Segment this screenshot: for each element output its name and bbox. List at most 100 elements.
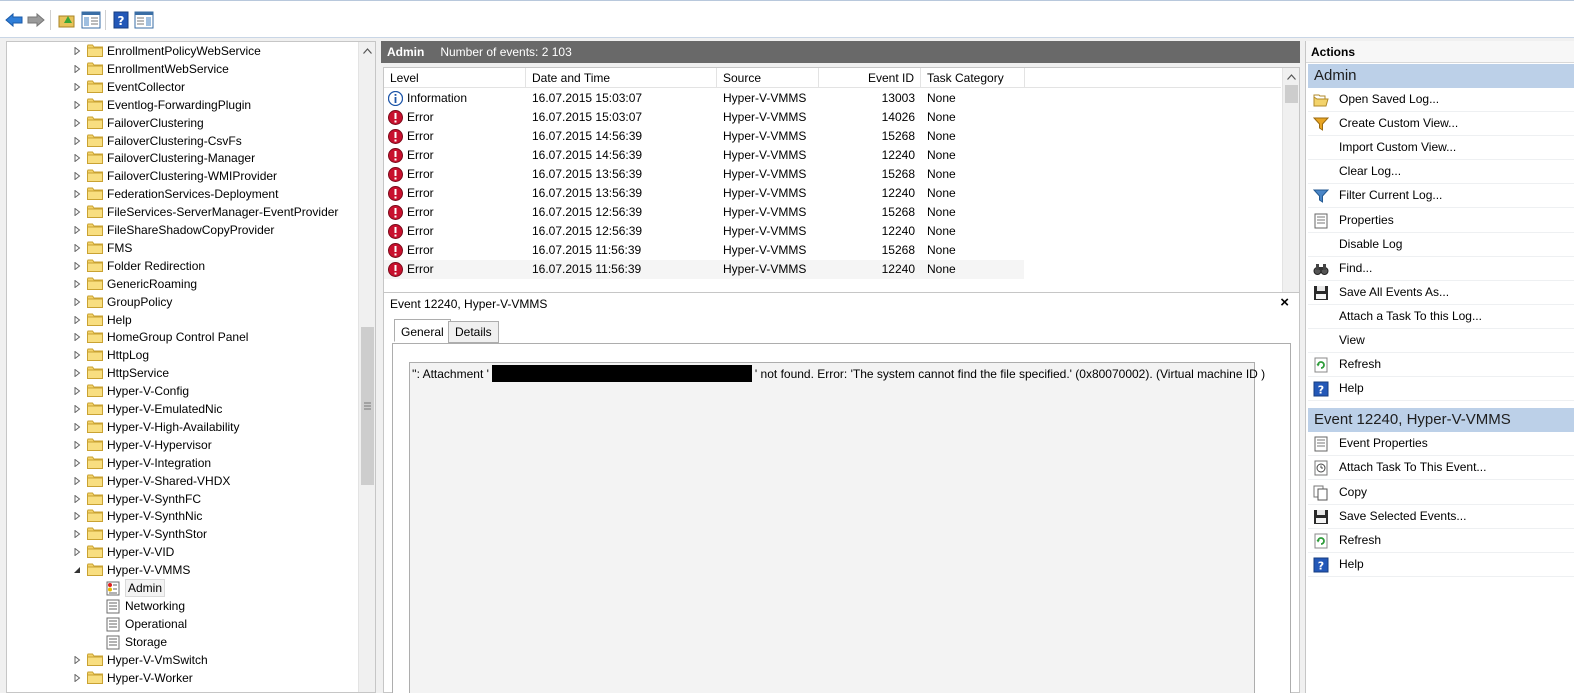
events-grid[interactable]: Level Date and Time Source Event ID Task…	[383, 67, 1300, 329]
tab-general[interactable]: General	[394, 319, 451, 342]
expand-arrow-icon[interactable]	[73, 655, 81, 664]
tree-item[interactable]: FailoverClustering-Manager	[7, 149, 359, 167]
action-item[interactable]: Open Saved Log...	[1308, 88, 1574, 112]
tree-item[interactable]: GroupPolicy	[7, 293, 359, 311]
tree-item[interactable]: GenericRoaming	[7, 275, 359, 293]
tree-item[interactable]: Help	[7, 311, 359, 329]
tree-scrollbar[interactable]	[358, 42, 375, 692]
show-hide-action-pane-icon[interactable]	[134, 10, 154, 30]
tree-item[interactable]: Hyper-V-SynthNic	[7, 507, 359, 525]
tree-item[interactable]: Hyper-V-EmulatedNic	[7, 400, 359, 418]
expand-arrow-icon[interactable]	[73, 351, 81, 360]
action-item[interactable]: Event Properties	[1308, 432, 1574, 457]
tree-log-item[interactable]: Networking	[7, 597, 359, 615]
expand-arrow-icon[interactable]	[73, 333, 81, 342]
tree-item[interactable]: HomeGroup Control Panel	[7, 328, 359, 346]
expand-arrow-icon[interactable]	[73, 279, 81, 288]
expand-arrow-icon[interactable]	[73, 512, 81, 521]
event-message-box[interactable]: '': Attachment ' ' not found. Error: 'Th…	[409, 362, 1265, 693]
expand-arrow-icon[interactable]	[73, 548, 81, 557]
expand-arrow-icon[interactable]	[73, 673, 81, 682]
tree-item[interactable]: HttpService	[7, 364, 359, 382]
tree-item[interactable]: Hyper-V-VID	[7, 543, 359, 561]
tree-item[interactable]: EnrollmentWebService	[7, 60, 359, 78]
action-item[interactable]: Save Selected Events...	[1308, 505, 1574, 529]
back-icon[interactable]	[4, 10, 24, 30]
column-task-category[interactable]: Task Category	[921, 68, 1025, 88]
expand-arrow-icon[interactable]	[73, 422, 81, 431]
action-item[interactable]: Attach Task To This Event...	[1308, 456, 1574, 481]
expand-arrow-icon[interactable]	[73, 47, 81, 55]
action-item[interactable]: Save All Events As...	[1308, 281, 1574, 305]
scroll-up-icon[interactable]	[359, 42, 375, 59]
table-row[interactable]: Error 16.07.2015 14:56:39 Hyper-V-VMMS 1224…	[384, 146, 1024, 165]
expand-arrow-icon[interactable]	[73, 243, 81, 252]
tree-item[interactable]: Eventlog-ForwardingPlugin	[7, 96, 359, 114]
table-row[interactable]: Error 16.07.2015 11:56:39 Hyper-V-VMMS 1224…	[384, 260, 1024, 279]
tree-item[interactable]: HttpLog	[7, 346, 359, 364]
table-row[interactable]: Error 16.07.2015 15:03:07 Hyper-V-VMMS 1402…	[384, 108, 1024, 127]
expand-arrow-icon[interactable]	[73, 405, 81, 413]
tree-item[interactable]: FileServices-ServerManager-EventProvider	[7, 203, 359, 221]
expand-arrow-icon[interactable]	[73, 208, 81, 217]
tree-item[interactable]: FMS	[7, 239, 359, 257]
action-item[interactable]: Create Custom View...	[1308, 112, 1574, 137]
help-icon[interactable]: ?	[111, 10, 131, 30]
column-level[interactable]: Level	[384, 68, 526, 88]
tree-item[interactable]: Folder Redirection	[7, 257, 359, 275]
tree-item[interactable]: Hyper-V-Hypervisor	[7, 436, 359, 454]
tree-item[interactable]: Hyper-V-VmSwitch	[7, 651, 359, 669]
tab-details[interactable]: Details	[448, 321, 499, 343]
tree-item[interactable]: Hyper-V-Shared-VHDX	[7, 472, 359, 490]
action-item[interactable]: Properties	[1308, 209, 1574, 233]
actions-section-header[interactable]: Event 12240, Hyper-V-VMMS	[1308, 408, 1574, 433]
expand-arrow-icon[interactable]	[73, 226, 81, 234]
tree-item[interactable]: FileShareShadowCopyProvider	[7, 221, 359, 239]
action-item[interactable]: Clear Log...	[1308, 160, 1574, 185]
table-row[interactable]: Error 16.07.2015 14:56:39 Hyper-V-VMMS 1526…	[384, 127, 1024, 146]
column-date[interactable]: Date and Time	[526, 68, 717, 88]
tree-item[interactable]: Hyper-V-Worker	[7, 669, 359, 687]
expand-arrow-icon[interactable]	[73, 315, 81, 324]
tree-item[interactable]: Hyper-V-SynthFC	[7, 490, 359, 508]
show-hide-console-tree-icon[interactable]	[81, 10, 101, 30]
close-icon[interactable]: ×	[1280, 294, 1289, 311]
tree-item[interactable]: EnrollmentPolicyWebService	[7, 42, 359, 60]
expand-arrow-icon[interactable]	[73, 387, 81, 396]
forward-icon[interactable]	[26, 10, 46, 30]
tree-item[interactable]: Hyper-V-Integration	[7, 454, 359, 472]
expand-arrow-icon[interactable]	[73, 297, 81, 306]
tree-item[interactable]: FederationServices-Deployment	[7, 185, 359, 203]
expanded-arrow-icon[interactable]	[73, 566, 81, 574]
tree-item[interactable]: Hyper-V-High-Availability	[7, 418, 359, 436]
action-item[interactable]: Refresh	[1308, 353, 1574, 378]
console-tree[interactable]: EnrollmentPolicyWebService EnrollmentWebS…	[6, 41, 376, 693]
scroll-up-icon[interactable]	[1283, 68, 1299, 85]
expand-arrow-icon[interactable]	[73, 82, 81, 91]
grid-scroll-thumb[interactable]	[1285, 85, 1298, 103]
grid-scrollbar[interactable]	[1282, 68, 1299, 328]
expand-arrow-icon[interactable]	[73, 494, 81, 503]
table-row[interactable]: Error 16.07.2015 12:56:39 Hyper-V-VMMS 1526…	[384, 203, 1024, 222]
expand-arrow-icon[interactable]	[73, 440, 81, 449]
expand-arrow-icon[interactable]	[73, 458, 81, 467]
table-row[interactable]: Error 16.07.2015 12:56:39 Hyper-V-VMMS 1224…	[384, 222, 1024, 241]
up-folder-icon[interactable]	[57, 10, 77, 30]
action-item[interactable]: Find...	[1308, 257, 1574, 281]
table-row[interactable]: Error 16.07.2015 13:56:39 Hyper-V-VMMS 1526…	[384, 165, 1024, 184]
action-item[interactable]: Refresh	[1308, 529, 1574, 553]
column-source[interactable]: Source	[717, 68, 819, 88]
action-item[interactable]: Disable Log	[1308, 233, 1574, 257]
action-item[interactable]: Attach a Task To this Log...	[1308, 305, 1574, 329]
tree-log-item[interactable]: Operational	[7, 615, 359, 633]
tree-item[interactable]: Hyper-V-VMMS	[7, 561, 359, 579]
tree-item[interactable]: FailoverClustering	[7, 114, 359, 132]
action-item[interactable]: Copy	[1308, 481, 1574, 505]
tree-item[interactable]: Hyper-V-Config	[7, 382, 359, 400]
expand-arrow-icon[interactable]	[73, 100, 81, 109]
tree-item[interactable]: FailoverClustering-CsvFs	[7, 132, 359, 150]
expand-arrow-icon[interactable]	[73, 136, 81, 145]
tree-log-item[interactable]: Storage	[7, 633, 359, 651]
expand-arrow-icon[interactable]	[73, 172, 81, 181]
action-item[interactable]: View	[1308, 329, 1574, 353]
